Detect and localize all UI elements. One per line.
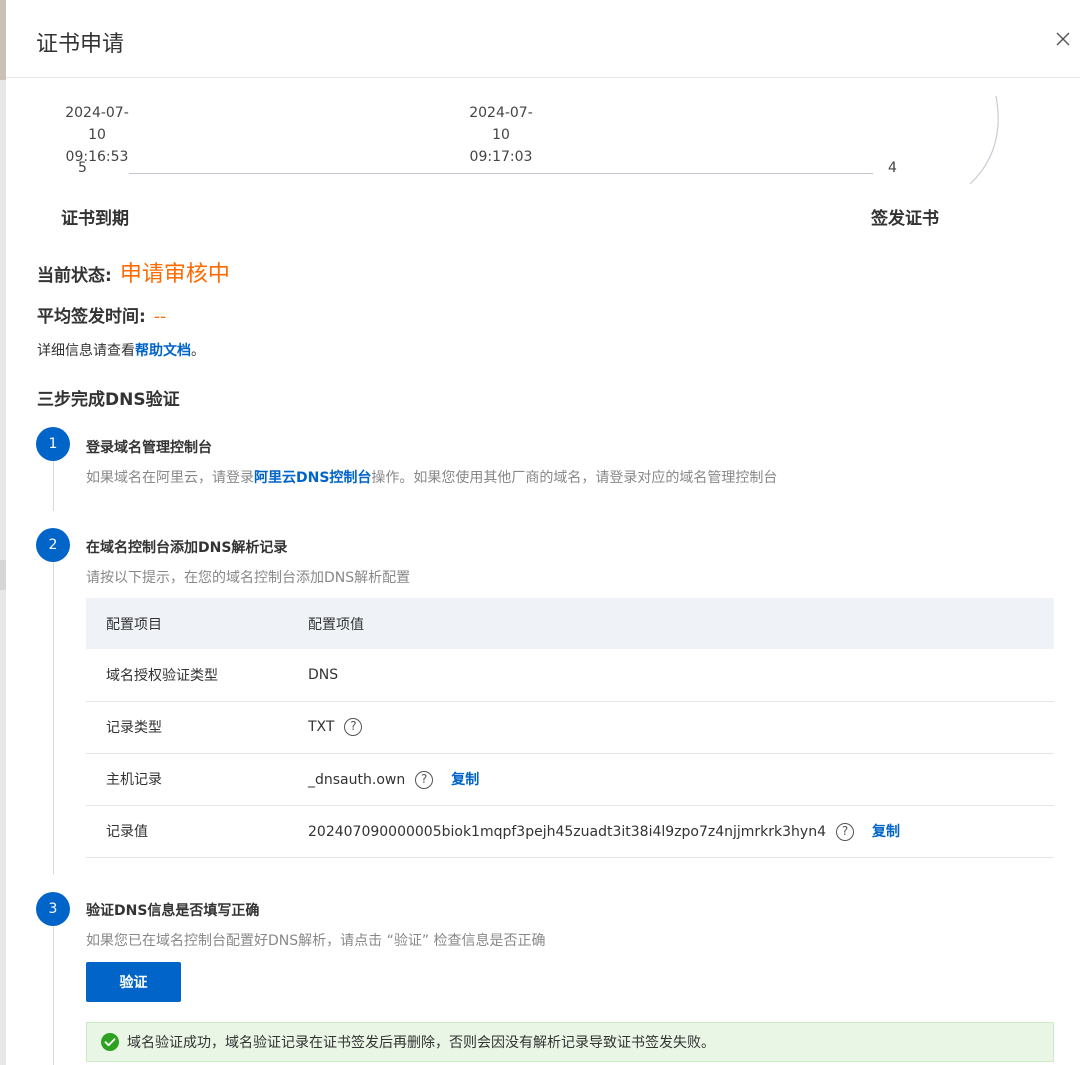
copy-record-value-button[interactable]: 复制 bbox=[872, 824, 900, 840]
step-3-badge: 3 bbox=[36, 892, 70, 926]
config-value: TXT bbox=[308, 719, 335, 735]
dialog-title: 证书申请 bbox=[36, 32, 125, 57]
help-suffix: 。 bbox=[191, 343, 205, 359]
dns-guide-title: 三步完成DNS验证 bbox=[37, 390, 180, 410]
help-question-icon[interactable]: ? bbox=[344, 718, 363, 736]
step-connector bbox=[53, 461, 54, 511]
dns-config-table: 配置项目 配置项值 域名授权验证类型 DNS 记录类型 TXT? 主机记录 _d… bbox=[86, 598, 1054, 858]
timeline-mid-time: 2024-07-10 09:17:03 bbox=[462, 102, 540, 168]
table-row: 主机记录 _dnsauth.own? 复制 bbox=[86, 753, 1054, 806]
column-header: 配置项目 bbox=[86, 598, 288, 649]
step-3-desc: 如果您已在域名控制台配置好DNS解析，请点击 “验证” 检查信息是否正确 bbox=[86, 933, 546, 949]
timeline-mid-date: 2024-07-10 bbox=[469, 105, 533, 143]
close-icon[interactable] bbox=[1052, 28, 1074, 50]
copy-host-record-button[interactable]: 复制 bbox=[451, 772, 479, 788]
config-value: DNS bbox=[288, 649, 1054, 702]
table-row: 记录值 202407090000005biok1mqpf3pejh45zuadt… bbox=[86, 805, 1054, 858]
step-2-title: 在域名控制台添加DNS解析记录 bbox=[86, 540, 288, 556]
help-doc-link[interactable]: 帮助文档 bbox=[135, 343, 191, 359]
avg-time-value: -- bbox=[153, 307, 167, 327]
timeline-end-label: 签发证书 bbox=[871, 209, 939, 229]
aliyun-dns-console-link[interactable]: 阿里云DNS控制台 bbox=[254, 470, 371, 486]
step-2-desc: 请按以下提示，在您的域名控制台添加DNS解析配置 bbox=[86, 570, 411, 586]
step-1-badge: 1 bbox=[36, 427, 70, 461]
config-value: 202407090000005biok1mqpf3pejh45zuadt3it3… bbox=[308, 824, 826, 840]
config-value-cell: _dnsauth.own? 复制 bbox=[288, 753, 1054, 806]
step-2-badge: 2 bbox=[36, 528, 70, 562]
config-item: 主机记录 bbox=[86, 753, 288, 806]
status-value: 申请审核中 bbox=[119, 262, 230, 287]
timeline-start-time: 2024-07-10 09:16:53 bbox=[58, 102, 136, 168]
average-issue-time: 平均签发时间: -- bbox=[37, 302, 166, 327]
step-1-desc-suffix: 操作。如果您使用其他厂商的域名，请登录对应的域名管理控制台 bbox=[371, 470, 778, 486]
step-1-desc-prefix: 如果域名在阿里云，请登录 bbox=[86, 470, 254, 486]
table-header-row: 配置项目 配置项值 bbox=[86, 598, 1054, 649]
config-value-cell: TXT? bbox=[288, 701, 1054, 754]
config-item: 记录类型 bbox=[86, 701, 288, 754]
config-item: 记录值 bbox=[86, 805, 288, 858]
status-label: 当前状态: bbox=[37, 266, 112, 286]
help-question-icon[interactable]: ? bbox=[415, 771, 434, 789]
config-value: _dnsauth.own bbox=[308, 772, 406, 788]
help-question-icon[interactable]: ? bbox=[836, 823, 854, 841]
timeline-end-count: 4 bbox=[888, 160, 897, 176]
config-item: 域名授权验证类型 bbox=[86, 649, 288, 702]
step-3-title: 验证DNS信息是否填写正确 bbox=[86, 903, 260, 919]
timeline-mid-clock: 09:17:03 bbox=[469, 149, 533, 165]
timeline-start-date: 2024-07-10 bbox=[65, 105, 129, 143]
help-prefix: 详细信息请查看 bbox=[37, 343, 135, 359]
step-1-title: 登录域名管理控制台 bbox=[86, 440, 212, 456]
config-value-cell: 202407090000005biok1mqpf3pejh45zuadt3it3… bbox=[288, 805, 1054, 858]
background-strip-segment bbox=[0, 560, 6, 590]
step-connector bbox=[53, 562, 54, 874]
success-alert: 域名验证成功，域名验证记录在证书签发后再删除，否则会因没有解析记录导致证书签发失… bbox=[86, 1022, 1054, 1062]
check-circle-icon bbox=[101, 1033, 119, 1051]
help-text: 详细信息请查看帮助文档。 bbox=[37, 340, 205, 360]
step-1-desc: 如果域名在阿里云，请登录阿里云DNS控制台操作。如果您使用其他厂商的域名，请登录… bbox=[86, 467, 777, 487]
dialog-header: 证书申请 bbox=[6, 0, 1080, 78]
column-header: 配置项值 bbox=[288, 598, 1054, 649]
timeline-track bbox=[129, 173, 873, 174]
timeline-start-label: 证书到期 bbox=[61, 209, 129, 229]
timeline-start-clock: 09:16:53 bbox=[65, 149, 129, 165]
table-row: 记录类型 TXT? bbox=[86, 701, 1054, 754]
timeline-arc bbox=[969, 95, 999, 185]
current-status: 当前状态: 申请审核中 bbox=[37, 256, 230, 288]
avg-time-label: 平均签发时间: bbox=[37, 307, 146, 327]
table-row: 域名授权验证类型 DNS bbox=[86, 649, 1054, 702]
verify-button[interactable]: 验证 bbox=[86, 962, 181, 1002]
certificate-timeline: 2024-07-10 09:16:53 2024-07-10 09:17:03 … bbox=[0, 78, 1080, 238]
timeline-start-count: 5 bbox=[78, 160, 87, 176]
step-connector bbox=[53, 926, 54, 1065]
success-message: 域名验证成功，域名验证记录在证书签发后再删除，否则会因没有解析记录导致证书签发失… bbox=[127, 1035, 715, 1051]
